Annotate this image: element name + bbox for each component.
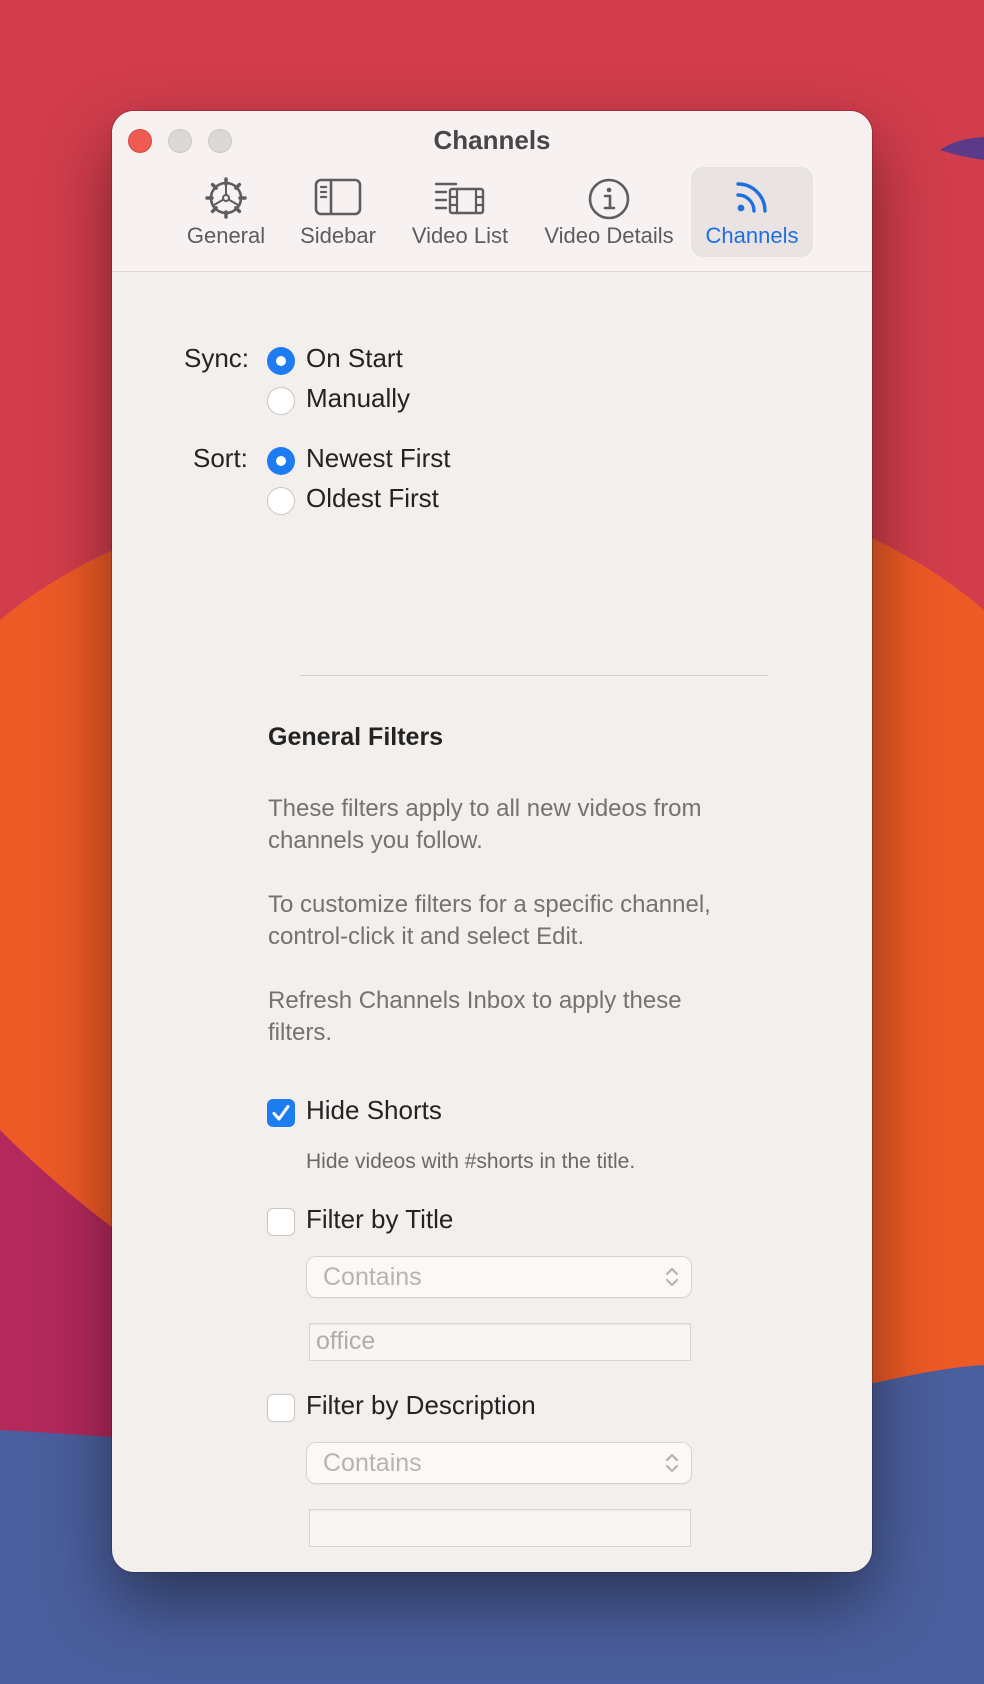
title-bar: Channels General Sidebar Video List Vide… — [112, 111, 872, 272]
hide-shorts-hint: Hide videos with #shorts in the title. — [306, 1150, 636, 1173]
sync-manually-radio[interactable] — [267, 387, 295, 415]
filter-by-description-label[interactable]: Filter by Description — [306, 1390, 536, 1421]
description-filter-input[interactable] — [309, 1509, 691, 1547]
tab-sidebar-label: Sidebar — [300, 223, 376, 248]
filter-by-description-checkbox[interactable] — [267, 1394, 295, 1422]
sort-newest-first-label[interactable]: Newest First — [306, 443, 450, 474]
sync-label: Sync: — [184, 343, 250, 373]
filter-by-title-label[interactable]: Filter by Title — [306, 1204, 453, 1235]
filters-description-3: Refresh Channels Inbox to apply these fi… — [268, 987, 682, 1046]
title-filter-input[interactable]: office — [309, 1323, 691, 1361]
tab-video-details[interactable]: Video Details — [534, 167, 684, 257]
chevron-up-down-icon — [665, 1267, 679, 1287]
info-icon — [588, 178, 630, 220]
title-condition-value: Contains — [323, 1263, 422, 1291]
sort-oldest-first-label[interactable]: Oldest First — [306, 483, 439, 514]
checkmark-icon — [272, 1105, 290, 1121]
sync-on-start-label[interactable]: On Start — [306, 343, 403, 374]
tab-channels[interactable]: Channels — [691, 167, 813, 257]
filters-description-2: To customize filters for a specific chan… — [268, 891, 711, 950]
filters-description-1: These filters apply to all new videos fr… — [268, 795, 702, 854]
tab-general[interactable]: General — [178, 167, 274, 257]
tab-sidebar[interactable]: Sidebar — [290, 167, 386, 257]
tab-video-list[interactable]: Video List — [402, 167, 518, 257]
sidebar-icon — [314, 178, 362, 216]
sort-oldest-first-radio[interactable] — [267, 487, 295, 515]
tab-video-list-label: Video List — [411, 223, 509, 248]
tab-general-label: General — [186, 223, 266, 248]
section-divider — [300, 675, 768, 676]
sync-on-start-radio[interactable] — [267, 347, 295, 375]
hide-shorts-checkbox[interactable] — [267, 1099, 295, 1127]
chevron-up-down-icon — [665, 1453, 679, 1473]
description-condition-value: Contains — [323, 1449, 422, 1477]
sort-newest-first-radio[interactable] — [267, 447, 295, 475]
sync-manually-label[interactable]: Manually — [306, 383, 410, 414]
hide-shorts-label[interactable]: Hide Shorts — [306, 1095, 442, 1126]
sort-label: Sort: — [193, 443, 248, 473]
video-list-icon — [434, 182, 485, 215]
description-condition-select[interactable]: Contains — [307, 1443, 691, 1483]
gear-icon — [205, 177, 247, 219]
preferences-window: Channels General Sidebar Video List Vide… — [112, 111, 872, 1572]
tab-channels-label: Channels — [705, 223, 799, 248]
rss-icon — [736, 182, 767, 213]
channels-settings-pane: Sync: On Start Manually Sort: Newest Fir… — [112, 272, 872, 1572]
general-filters-heading: General Filters — [268, 723, 444, 751]
window-title: Channels — [433, 125, 551, 155]
filter-by-title-checkbox[interactable] — [267, 1208, 295, 1236]
title-filter-value: office — [316, 1327, 376, 1355]
tab-video-details-label: Video Details — [544, 223, 674, 248]
title-condition-select[interactable]: Contains — [307, 1257, 691, 1297]
